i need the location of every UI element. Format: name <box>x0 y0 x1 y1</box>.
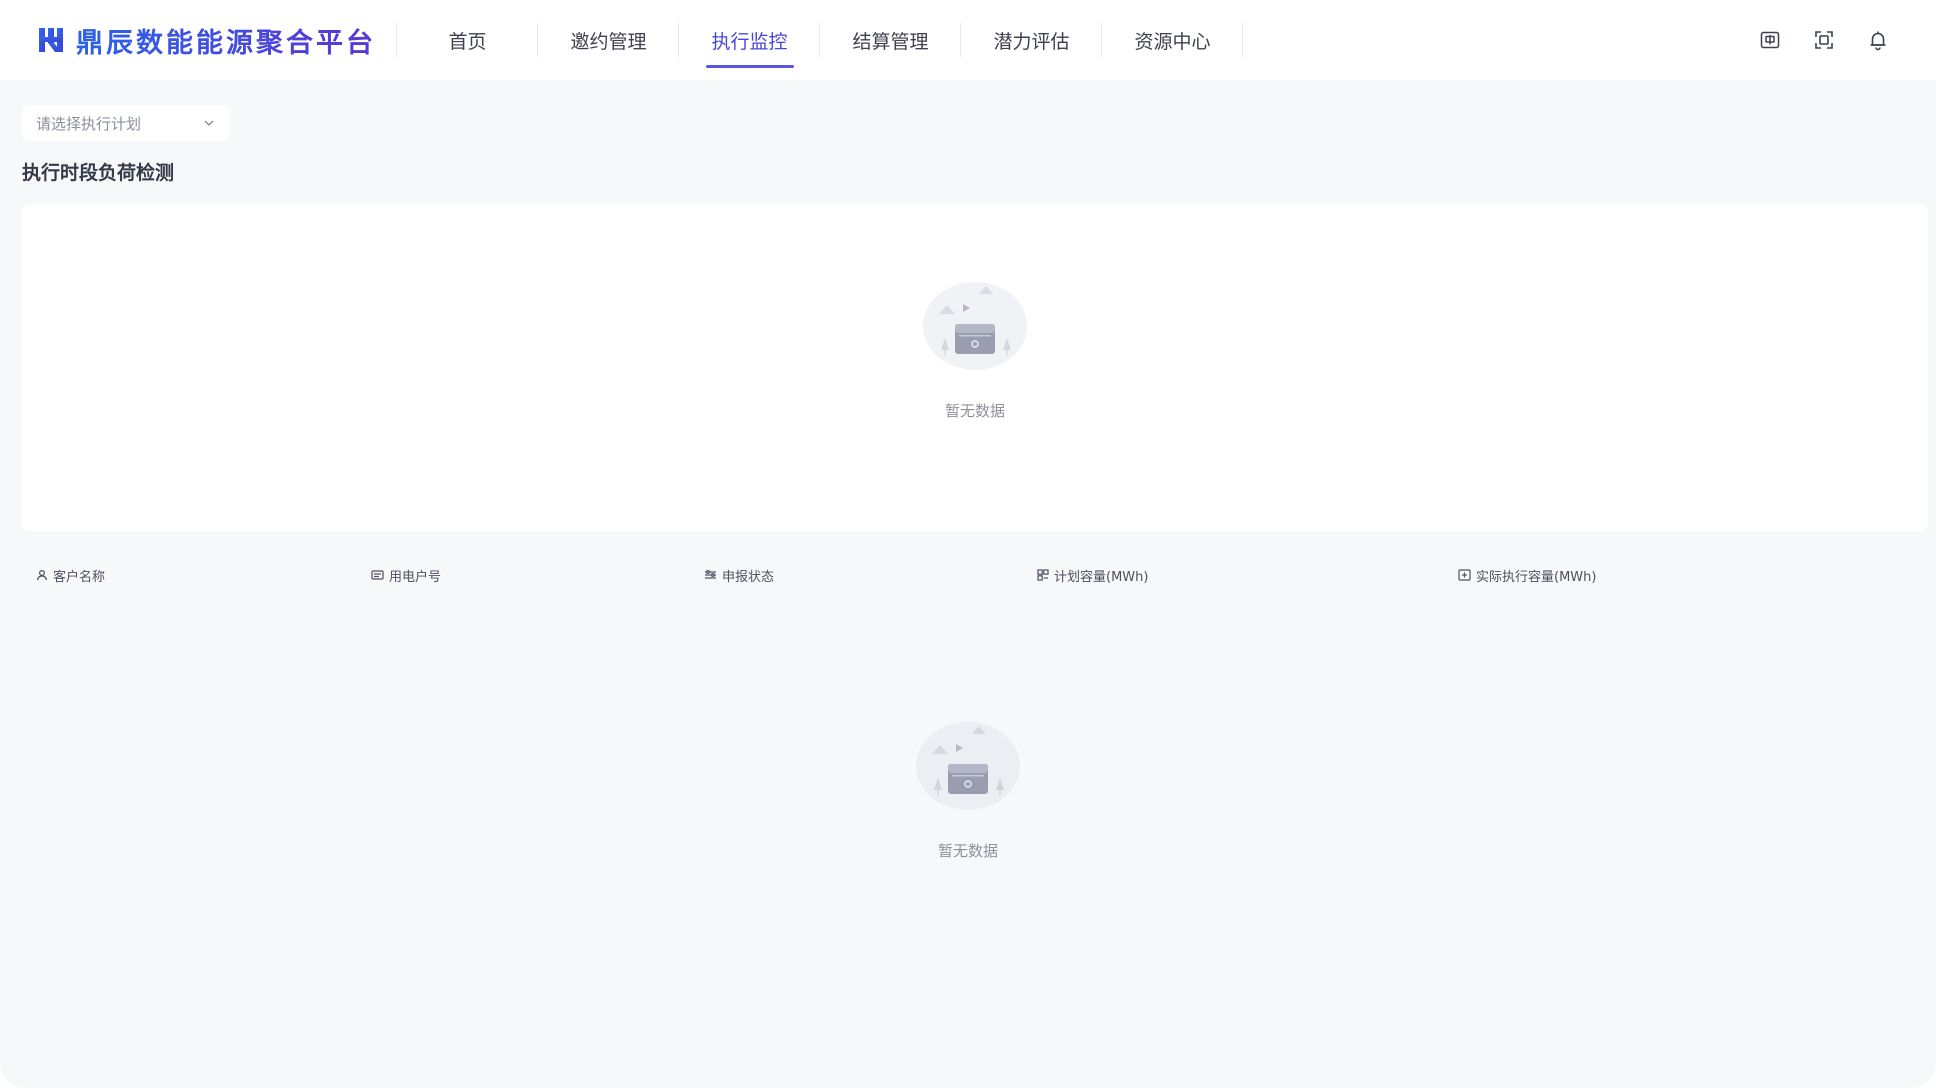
column-header-label: 实际执行容量(MWh) <box>1476 569 1597 585</box>
nav-item-label: 邀约管理 <box>570 30 647 53</box>
empty-box-icon <box>923 282 1027 370</box>
language-icon[interactable] <box>1758 28 1782 52</box>
page: 鼎辰数能能源聚合平台 首页 邀约管理 执行监控 结算管理 潜力评估 资源中心 请… <box>0 0 1936 1088</box>
nav-item-home[interactable]: 首页 <box>397 0 538 80</box>
table-empty-state: 暂无数据 <box>912 718 1024 861</box>
fullscreen-icon[interactable] <box>1812 28 1836 52</box>
user-icon <box>36 569 48 581</box>
table-empty-text: 暂无数据 <box>937 842 998 860</box>
nav-item-label: 首页 <box>448 30 487 53</box>
chevron-down-icon <box>204 120 214 126</box>
logo[interactable]: 鼎辰数能能源聚合平台 <box>36 0 376 80</box>
id-card-icon <box>371 570 384 580</box>
nav-item-potential[interactable]: 潜力评估 <box>961 0 1102 80</box>
column-header-label: 客户名称 <box>53 569 106 585</box>
main-nav: 首页 邀约管理 执行监控 结算管理 潜力评估 资源中心 <box>397 0 1243 80</box>
plan-select-placeholder: 请选择执行计划 <box>36 114 142 133</box>
nav-item-label: 潜力评估 <box>993 30 1070 53</box>
section-title: 执行时段负荷检测 <box>22 162 175 184</box>
capacity-icon <box>1458 569 1471 581</box>
app-title: 鼎辰数能能源聚合平台 <box>76 21 376 60</box>
column-header-actual-capacity[interactable]: 实际执行容量(MWh) <box>1458 562 1596 588</box>
bell-icon[interactable] <box>1866 28 1890 52</box>
column-header-customer-name[interactable]: 客户名称 <box>36 562 105 588</box>
column-header-label: 用电户号 <box>389 569 442 585</box>
nav-item-label: 结算管理 <box>852 30 929 53</box>
active-tab-indicator <box>705 65 794 68</box>
top-header: 鼎辰数能能源聚合平台 首页 邀约管理 执行监控 结算管理 潜力评估 资源中心 <box>0 0 1936 80</box>
chart-empty-state: 暂无数据 <box>919 278 1031 421</box>
grid-icon <box>1037 569 1049 581</box>
nav-item-execution-monitor[interactable]: 执行监控 <box>679 0 820 80</box>
column-header-planned-capacity[interactable]: 计划容量(MWh) <box>1037 562 1148 588</box>
empty-box-icon <box>916 722 1020 810</box>
nav-item-settlement[interactable]: 结算管理 <box>820 0 961 80</box>
chart-empty-text: 暂无数据 <box>944 402 1005 420</box>
column-header-label: 申报状态 <box>722 569 775 585</box>
execution-plan-select[interactable]: 请选择执行计划 <box>22 105 230 141</box>
column-header-declare-status[interactable]: 申报状态 <box>704 562 774 588</box>
nav-item-invitation[interactable]: 邀约管理 <box>538 0 679 80</box>
logo-mark-icon <box>39 28 63 52</box>
nav-item-label: 执行监控 <box>711 30 788 53</box>
nav-item-resources[interactable]: 资源中心 <box>1102 0 1243 80</box>
header-actions <box>1758 0 1890 80</box>
column-header-label: 计划容量(MWh) <box>1054 569 1149 585</box>
load-chart-panel: 暂无数据 <box>22 204 1928 531</box>
table-header: 客户名称 用电户号 申报状态 计划容量(MWh) 实际执行容量(MWh) <box>22 562 1928 588</box>
column-header-account-number[interactable]: 用电户号 <box>371 562 441 588</box>
nav-item-label: 资源中心 <box>1134 30 1211 53</box>
sliders-icon <box>705 570 716 579</box>
